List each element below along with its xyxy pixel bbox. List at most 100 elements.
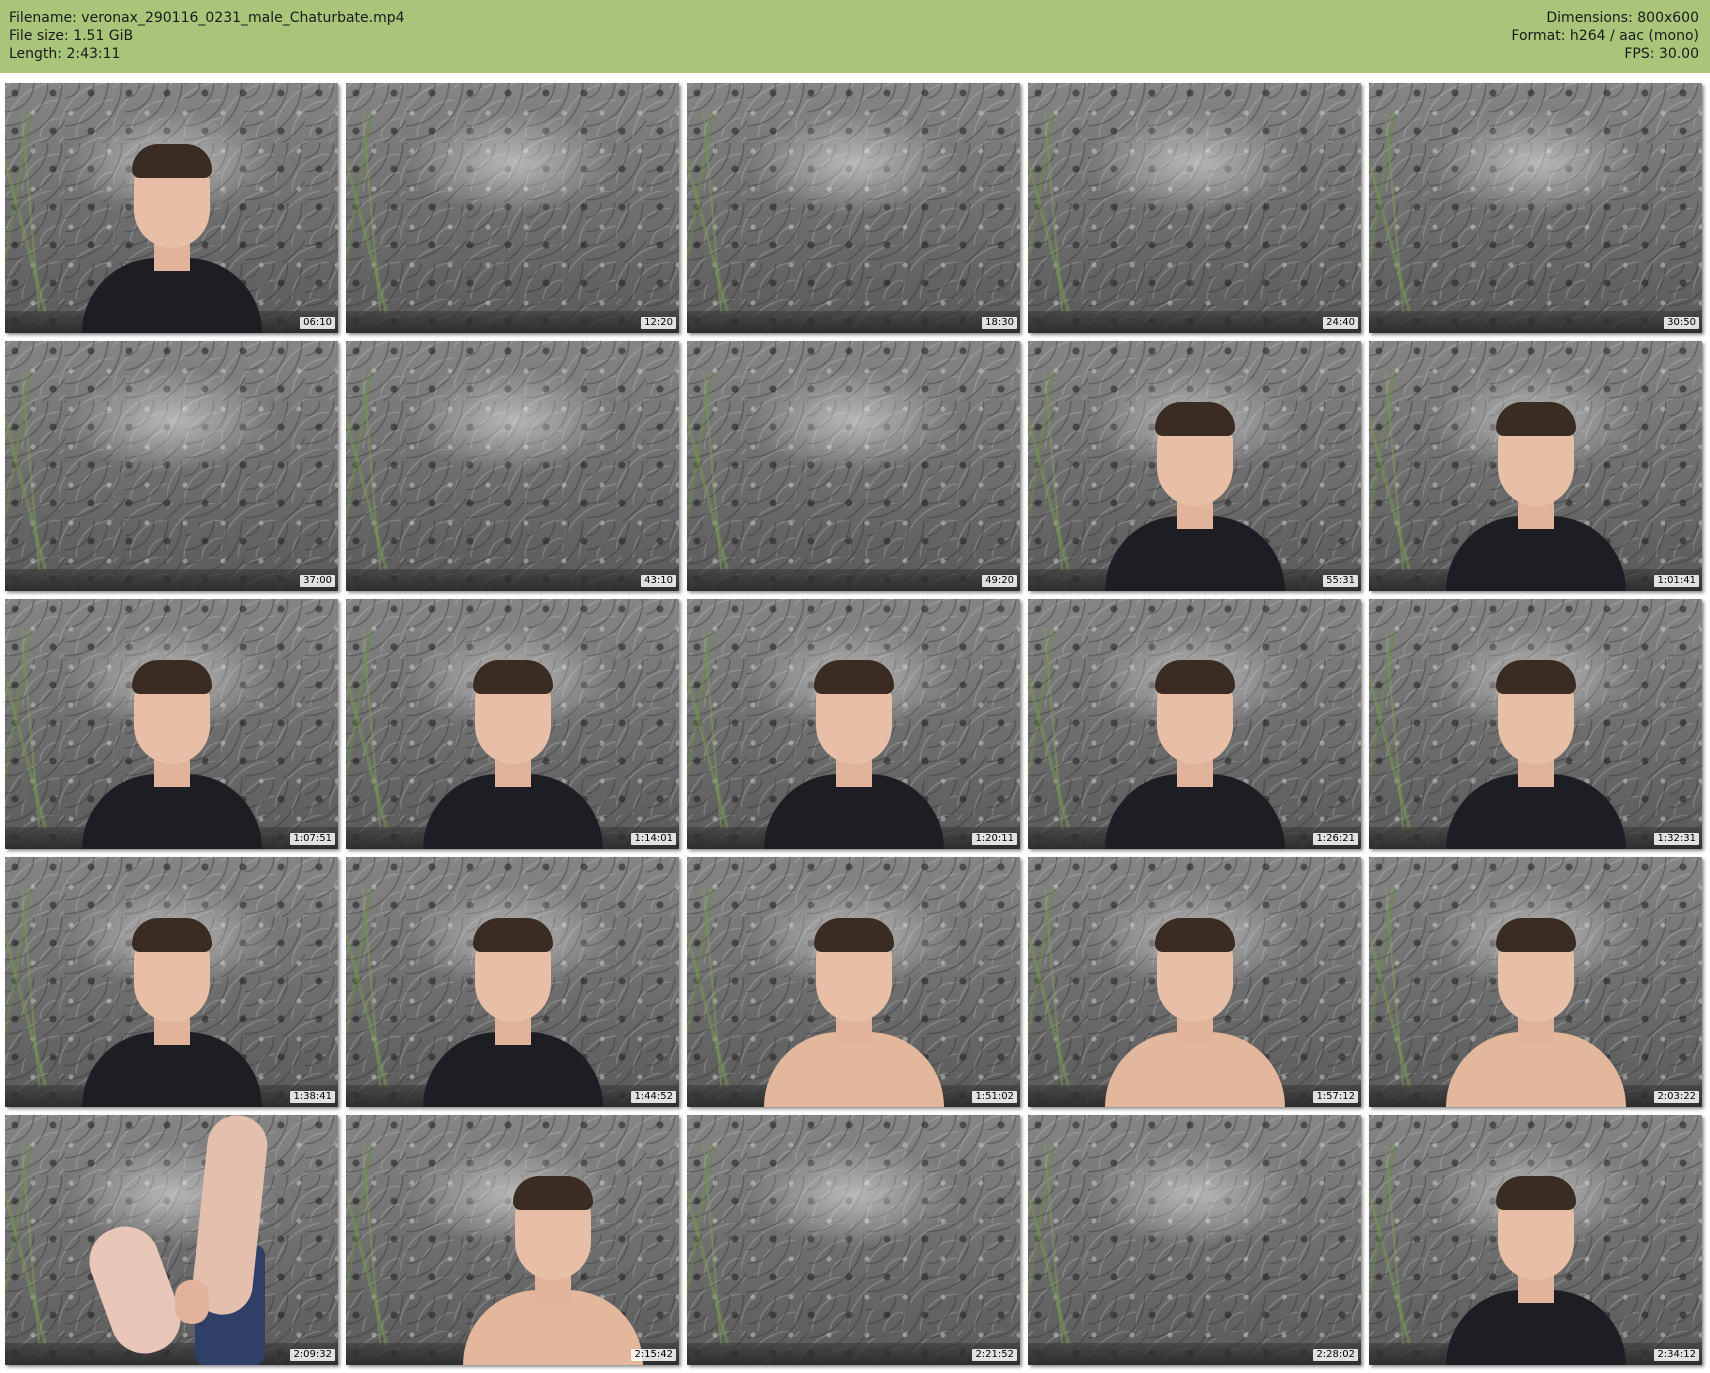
person-figure — [62, 649, 282, 849]
thumbnail[interactable]: 1:57:12 — [1028, 857, 1361, 1107]
timestamp-label: 49:20 — [982, 575, 1017, 587]
person-figure — [1426, 649, 1646, 849]
thumbnail[interactable]: 2:28:02 — [1028, 1115, 1361, 1365]
plant-decoration — [687, 629, 729, 829]
info-header: Filename: veronax_290116_0231_male_Chatu… — [0, 0, 1710, 73]
plant-decoration — [1028, 371, 1070, 571]
couch-decoration — [1369, 311, 1702, 333]
plant-decoration — [346, 629, 388, 829]
thumbnail[interactable]: 2:03:22 — [1369, 857, 1702, 1107]
couch-decoration — [687, 1343, 1020, 1365]
thumbnail[interactable]: 12:20 — [346, 83, 679, 333]
plant-decoration — [5, 113, 47, 313]
thumbnail[interactable]: 1:32:31 — [1369, 599, 1702, 849]
timestamp-label: 30:50 — [1664, 317, 1699, 329]
couch-decoration — [687, 311, 1020, 333]
plant-decoration — [5, 629, 47, 829]
plant-decoration — [1028, 629, 1070, 829]
plant-decoration — [1369, 113, 1411, 313]
timestamp-label: 2:15:42 — [631, 1349, 676, 1361]
thumbnail[interactable]: 1:20:11 — [687, 599, 1020, 849]
length-text: Length: 2:43:11 — [9, 46, 121, 62]
plant-decoration — [1369, 1145, 1411, 1345]
timestamp-label: 1:38:41 — [290, 1091, 335, 1103]
thumbnail[interactable]: 18:30 — [687, 83, 1020, 333]
thumbnail-grid: 06:10 12:20 18:30 24:40 30:50 37:00 43:10 49:20… — [5, 83, 1702, 1365]
plant-decoration — [1028, 887, 1070, 1087]
dimensions-text: Dimensions: 800x600 — [1546, 10, 1699, 26]
timestamp-label: 55:31 — [1323, 575, 1358, 587]
person-figure — [62, 907, 282, 1107]
timestamp-label: 1:57:12 — [1313, 1091, 1358, 1103]
person-figure — [1085, 907, 1305, 1107]
thumbnail[interactable]: 30:50 — [1369, 83, 1702, 333]
plant-decoration — [346, 1145, 388, 1345]
info-right: Dimensions: 800x600 Format: h264 / aac (… — [1511, 9, 1699, 63]
couch-decoration — [1028, 311, 1361, 333]
feet-figure — [79, 1115, 290, 1365]
thumbnail[interactable]: 2:09:32 — [5, 1115, 338, 1365]
timestamp-label: 12:20 — [641, 317, 676, 329]
plant-decoration — [5, 1145, 47, 1345]
plant-decoration — [1369, 371, 1411, 571]
thumbnail[interactable]: 1:01:41 — [1369, 341, 1702, 591]
couch-decoration — [1028, 1343, 1361, 1365]
plant-decoration — [1028, 113, 1070, 313]
timestamp-label: 1:32:31 — [1654, 833, 1699, 845]
person-figure — [403, 649, 623, 849]
format-text: Format: h264 / aac (mono) — [1511, 28, 1699, 44]
thumbnail[interactable]: 06:10 — [5, 83, 338, 333]
thumbnail[interactable]: 37:00 — [5, 341, 338, 591]
thumbnail[interactable]: 2:15:42 — [346, 1115, 679, 1365]
plant-decoration — [687, 1145, 729, 1345]
thumbnail[interactable]: 1:51:02 — [687, 857, 1020, 1107]
thumbnail[interactable]: 24:40 — [1028, 83, 1361, 333]
plant-decoration — [346, 371, 388, 571]
person-figure — [443, 1165, 663, 1365]
timestamp-label: 37:00 — [300, 575, 335, 587]
plant-decoration — [687, 371, 729, 571]
thumbnail[interactable]: 43:10 — [346, 341, 679, 591]
thumbnail[interactable]: 2:21:52 — [687, 1115, 1020, 1365]
person-figure — [744, 907, 964, 1107]
thumbnail[interactable]: 2:34:12 — [1369, 1115, 1702, 1365]
filesize-text: File size: 1.51 GiB — [9, 28, 134, 44]
timestamp-label: 18:30 — [982, 317, 1017, 329]
timestamp-label: 1:51:02 — [972, 1091, 1017, 1103]
timestamp-label: 2:28:02 — [1313, 1349, 1358, 1361]
thumbnail[interactable]: 49:20 — [687, 341, 1020, 591]
plant-decoration — [5, 371, 47, 571]
person-figure — [403, 907, 623, 1107]
plant-decoration — [346, 113, 388, 313]
timestamp-label: 2:21:52 — [972, 1349, 1017, 1361]
thumbnail[interactable]: 1:26:21 — [1028, 599, 1361, 849]
plant-decoration — [1028, 1145, 1070, 1345]
person-figure — [1426, 391, 1646, 591]
thumbnail[interactable]: 1:38:41 — [5, 857, 338, 1107]
plant-decoration — [5, 887, 47, 1087]
plant-decoration — [687, 887, 729, 1087]
timestamp-label: 1:20:11 — [972, 833, 1017, 845]
person-figure — [62, 133, 282, 333]
couch-decoration — [346, 311, 679, 333]
timestamp-label: 1:26:21 — [1313, 833, 1358, 845]
timestamp-label: 1:14:01 — [631, 833, 676, 845]
info-left: Filename: veronax_290116_0231_male_Chatu… — [9, 9, 405, 63]
plant-decoration — [346, 887, 388, 1087]
couch-decoration — [687, 569, 1020, 591]
timestamp-label: 2:03:22 — [1654, 1091, 1699, 1103]
thumbnail[interactable]: 1:14:01 — [346, 599, 679, 849]
timestamp-label: 1:07:51 — [290, 833, 335, 845]
timestamp-label: 1:44:52 — [631, 1091, 676, 1103]
thumbnail[interactable]: 1:44:52 — [346, 857, 679, 1107]
couch-decoration — [346, 569, 679, 591]
person-figure — [1085, 391, 1305, 591]
thumbnail[interactable]: 1:07:51 — [5, 599, 338, 849]
timestamp-label: 24:40 — [1323, 317, 1358, 329]
plant-decoration — [1369, 629, 1411, 829]
timestamp-label: 2:09:32 — [290, 1349, 335, 1361]
plant-decoration — [687, 113, 729, 313]
timestamp-label: 2:34:12 — [1654, 1349, 1699, 1361]
thumbnail[interactable]: 55:31 — [1028, 341, 1361, 591]
person-figure — [744, 649, 964, 849]
